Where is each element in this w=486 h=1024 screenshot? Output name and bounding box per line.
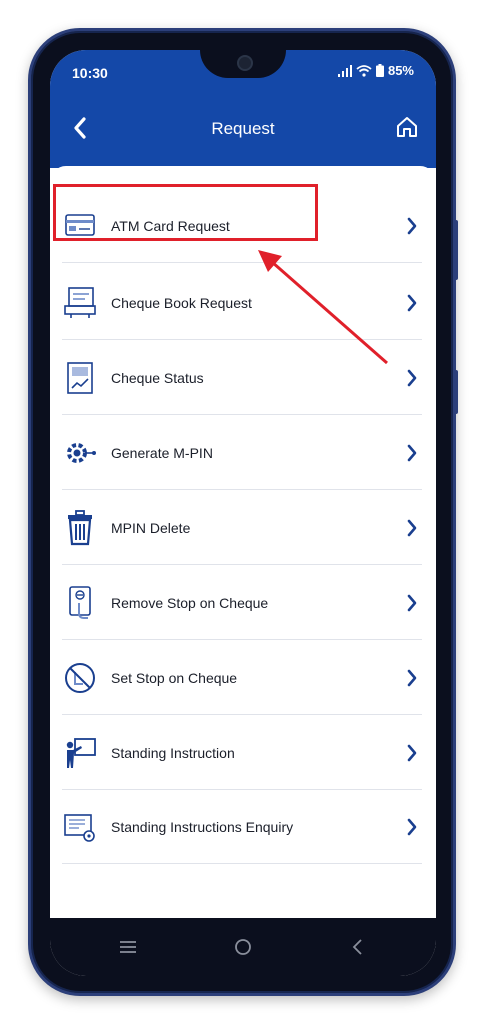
annotation-arrow [258,250,388,365]
